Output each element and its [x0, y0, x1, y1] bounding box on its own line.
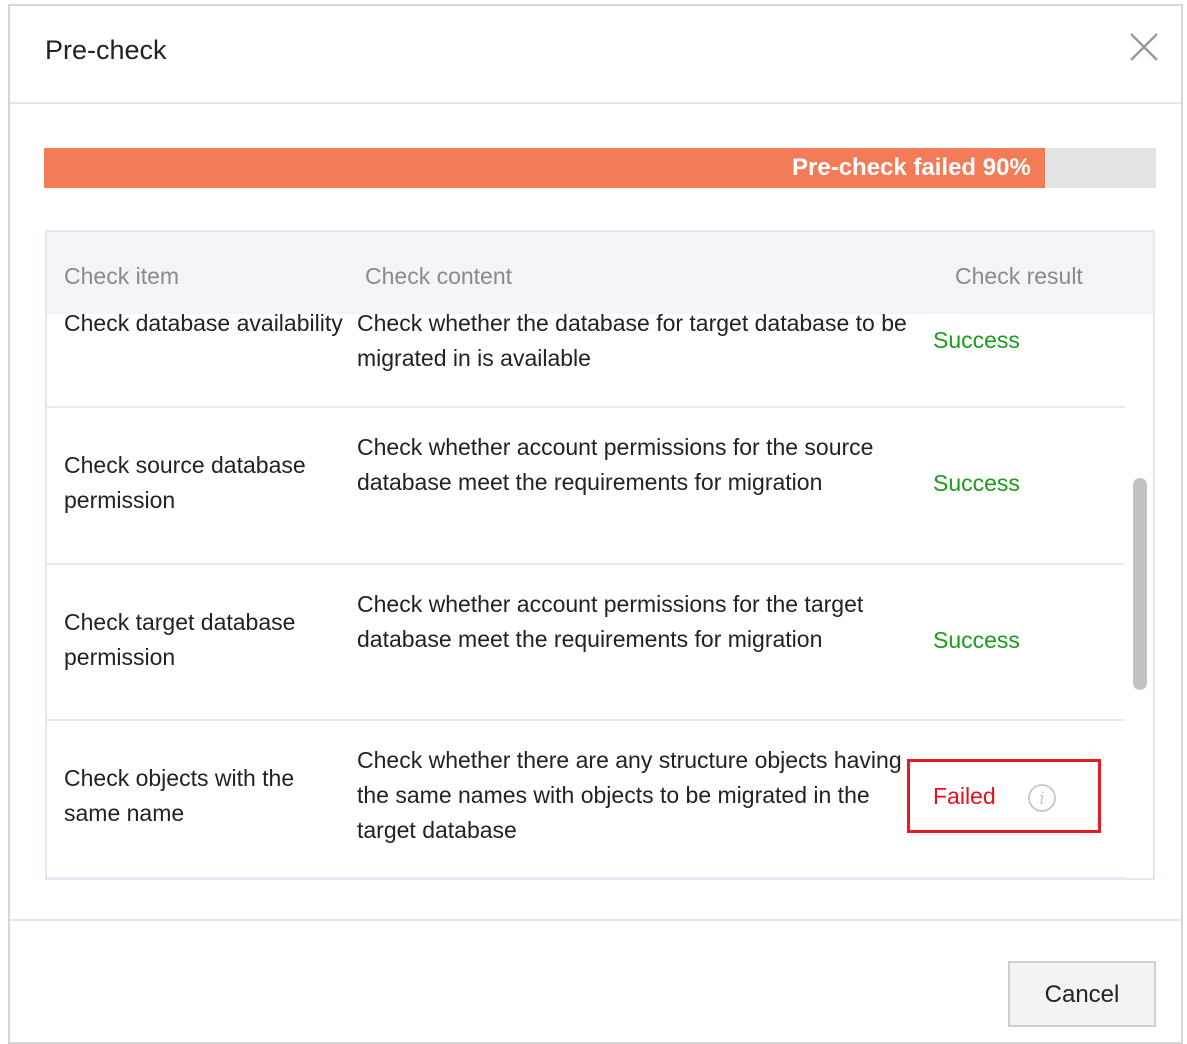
check-item-cell: Check target database permission — [64, 609, 296, 670]
precheck-dialog: Pre-check Pre-check failed 90% Check ite… — [8, 4, 1183, 1044]
check-result-failed: Failed — [933, 783, 996, 809]
check-result-success: Success — [933, 470, 1020, 496]
check-content-cell: Check whether the database for target da… — [357, 314, 907, 371]
progress-label: Pre-check failed 90% — [792, 154, 1031, 181]
svg-text:i: i — [1039, 789, 1044, 809]
dialog-title: Pre-check — [45, 35, 167, 65]
footer-divider — [10, 919, 1181, 921]
info-icon[interactable]: i — [1027, 783, 1057, 813]
check-content-cell: Check whether there are any structure ob… — [357, 747, 902, 843]
table-header: Check item Check content Check result — [47, 232, 1153, 314]
cancel-button[interactable]: Cancel — [1008, 961, 1156, 1027]
table-row: Check objects with the same name Check w… — [47, 721, 1125, 878]
table-row: Check source database permission Check w… — [47, 408, 1125, 565]
progress-fill: Pre-check failed 90% — [44, 148, 1045, 188]
check-item-cell: Check database availability — [64, 314, 343, 336]
check-result-success: Success — [933, 327, 1020, 353]
table-body[interactable]: Check database availability Check whethe… — [47, 314, 1125, 878]
check-result-success: Success — [933, 627, 1020, 653]
table-scrollbar[interactable] — [1125, 314, 1153, 878]
header-check-item: Check item — [64, 263, 180, 289]
check-table: Check item Check content Check result Ch… — [45, 230, 1155, 880]
scrollbar-thumb[interactable] — [1133, 478, 1147, 690]
close-icon[interactable] — [1127, 30, 1161, 64]
dialog-header: Pre-check — [10, 6, 1181, 104]
table-row: Check database availability Check whethe… — [47, 314, 1125, 408]
check-content-cell: Check whether account permissions for th… — [357, 591, 864, 652]
header-check-content: Check content — [365, 263, 513, 289]
table-row: Check target database permission Check w… — [47, 565, 1125, 721]
check-item-cell: Check objects with the same name — [64, 765, 295, 826]
check-item-cell: Check source database permission — [64, 452, 306, 513]
check-content-cell: Check whether account permissions for th… — [357, 434, 874, 495]
precheck-progress-bar: Pre-check failed 90% — [44, 148, 1156, 188]
header-check-result: Check result — [955, 263, 1083, 289]
